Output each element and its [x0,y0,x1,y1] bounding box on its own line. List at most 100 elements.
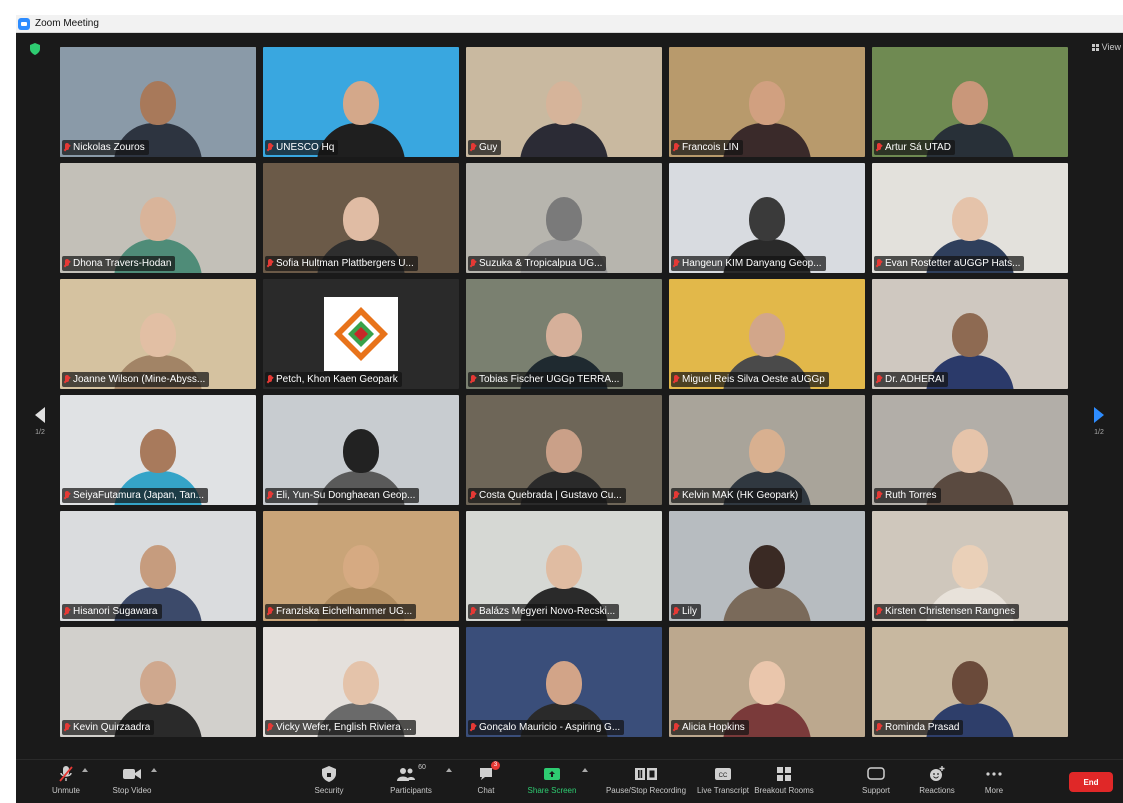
participant-name: SeiyaFutamura (Japan, Tan... [73,490,204,501]
participant-tile[interactable]: Costa Quebrada | Gustavo Cu... [466,395,662,505]
arrow-left-icon [35,407,45,423]
breakout-rooms-icon [777,767,791,781]
person-head [952,197,988,241]
participant-name-bar: Eli, Yun-Su Donghaean Geop... [265,488,420,503]
participant-name-bar: Kirsten Christensen Rangnes [874,604,1020,619]
participant-tile[interactable]: Franziska Eichelhammer UG... [263,511,459,621]
person-head [546,429,582,473]
participant-tile[interactable]: Eli, Yun-Su Donghaean Geop... [263,395,459,505]
live-transcript-label: Live Transcript [696,786,750,795]
participant-tile[interactable]: Kirsten Christensen Rangnes [872,511,1068,621]
muted-mic-icon [267,490,273,501]
more-button[interactable]: More [964,764,1024,795]
person-head [343,545,379,589]
muted-mic-icon [267,606,273,617]
support-icon [867,767,885,780]
participant-name: Joanne Wilson (Mine-Abyss... [73,374,206,385]
participant-tile[interactable]: Dr. ADHERAI [872,279,1068,389]
participant-name: Eli, Yun-Su Donghaean Geop... [276,490,416,501]
participant-name-bar: Petch, Khon Kaen Geopark [265,372,402,387]
live-transcript-button[interactable]: CC Live Transcript [693,764,753,795]
next-page-button[interactable]: 1/2 [1089,407,1109,436]
muted-mic-icon [267,722,273,733]
participant-tile[interactable]: UNESCO Hq [263,47,459,157]
muted-mic-icon [64,490,70,501]
chat-button[interactable]: 3 Chat [456,761,516,795]
chat-unread-badge: 3 [491,761,500,770]
support-button[interactable]: Support [846,764,906,795]
person-head [546,545,582,589]
person-head [140,661,176,705]
prev-page-button[interactable]: 1/2 [30,407,50,436]
window-title: Zoom Meeting [35,18,99,29]
muted-mic-icon [470,722,476,733]
participant-tile[interactable]: Suzuka & Tropicalpua UG... [466,163,662,273]
share-screen-button[interactable]: Share Screen [522,764,582,795]
muted-mic-icon [470,606,476,617]
participant-tile[interactable]: Francois LIN [669,47,865,157]
participant-tile[interactable]: SeiyaFutamura (Japan, Tan... [60,395,256,505]
participant-tile[interactable]: Evan Rostetter aUGGP Hats... [872,163,1068,273]
muted-mic-icon [267,142,273,153]
participant-tile[interactable]: Miguel Reis Silva Oeste aUGGp [669,279,865,389]
person-head [749,81,785,125]
participant-tile[interactable]: Rominda Prasad [872,627,1068,737]
video-options-caret[interactable] [151,768,157,772]
person-body [723,587,811,621]
participants-options-caret[interactable] [446,768,452,772]
participant-tile[interactable]: Nickolas Zouros [60,47,256,157]
muted-mic-icon [470,142,476,153]
participant-tile[interactable]: Gonçalo Mauricio - Aspiring G... [466,627,662,737]
participant-tile[interactable]: Alicia Hopkins [669,627,865,737]
reactions-button[interactable]: Reactions [907,764,967,795]
breakout-rooms-button[interactable]: Breakout Rooms [754,764,814,795]
share-screen-label: Share Screen [527,786,577,795]
support-label: Support [861,786,891,795]
participant-video [518,69,610,157]
emoji-plus-icon [930,766,945,781]
more-dots-icon [986,772,1002,776]
meeting-toolbar: Unmute Stop Video Security 60 Participan… [16,759,1123,803]
participant-tile[interactable]: Guy [466,47,662,157]
participant-tile[interactable]: Kevin Quirzaadra [60,627,256,737]
participant-name: Tobias Fischer UGGp TERRA... [479,374,620,385]
participant-name: Sofia Hultman Plattbergers U... [276,258,414,269]
participant-name: Miguel Reis Silva Oeste aUGGp [682,374,825,385]
microphone-muted-icon [59,766,73,782]
participant-tile[interactable]: Petch, Khon Kaen Geopark [263,279,459,389]
participant-tile[interactable]: Dhona Travers-Hodan [60,163,256,273]
recording-label: Pause/Stop Recording [605,786,687,795]
participant-name-bar: Joanne Wilson (Mine-Abyss... [62,372,210,387]
participants-button[interactable]: 60 Participants [381,764,441,795]
participant-name: Alicia Hopkins [682,722,745,733]
more-label: More [984,786,1004,795]
view-button[interactable]: View [1091,42,1121,52]
muted-mic-icon [470,258,476,269]
participant-tile[interactable]: Kelvin MAK (HK Geopark) [669,395,865,505]
shield-icon[interactable] [30,43,40,55]
participant-tile[interactable]: Hisanori Sugawara [60,511,256,621]
muted-mic-icon [673,490,679,501]
person-head [749,197,785,241]
participant-tile[interactable]: Artur Sá UTAD [872,47,1068,157]
security-button[interactable]: Security [299,764,359,795]
audio-options-caret[interactable] [82,768,88,772]
muted-mic-icon [876,374,882,385]
participant-tile[interactable]: Tobias Fischer UGGp TERRA... [466,279,662,389]
participant-tile[interactable]: Vicky Wefer, English Riviera ... [263,627,459,737]
muted-mic-icon [876,142,882,153]
participant-name-bar: Evan Rostetter aUGGP Hats... [874,256,1025,271]
pause-stop-recording-button[interactable]: Pause/Stop Recording [606,764,686,795]
participant-tile[interactable]: Balázs Megyeri Novo-Recski... [466,511,662,621]
share-options-caret[interactable] [582,768,588,772]
participant-tile[interactable]: Hangeun KIM Danyang Geop... [669,163,865,273]
participant-tile[interactable]: Ruth Torres [872,395,1068,505]
end-meeting-button[interactable]: End [1069,772,1113,792]
participant-tile[interactable]: Joanne Wilson (Mine-Abyss... [60,279,256,389]
participant-video [721,533,813,621]
participant-tile[interactable]: Lily [669,511,865,621]
participant-tile[interactable]: Sofia Hultman Plattbergers U... [263,163,459,273]
muted-mic-icon [64,142,70,153]
muted-mic-icon [876,258,882,269]
person-head [546,81,582,125]
